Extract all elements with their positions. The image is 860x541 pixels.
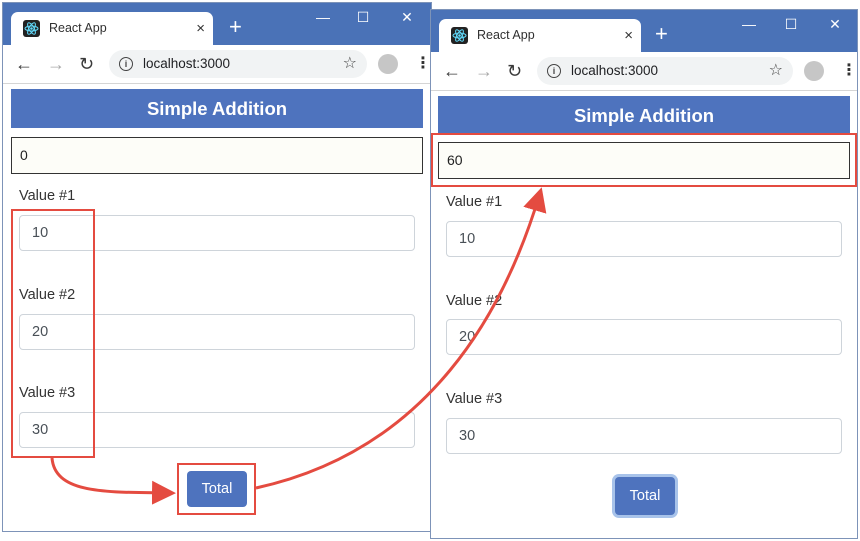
- close-tab-icon[interactable]: ×: [624, 19, 633, 52]
- value-1-label: Value #1: [446, 194, 503, 210]
- minimize-icon[interactable]: —: [726, 14, 772, 34]
- window-close-icon[interactable]: ✕: [384, 7, 430, 27]
- close-tab-icon[interactable]: ×: [196, 12, 205, 45]
- total-button[interactable]: Total: [615, 477, 675, 515]
- bookmark-star-icon[interactable]: ☆: [769, 57, 783, 85]
- value-3-input[interactable]: 30: [446, 418, 842, 454]
- url-text: localhost:3000: [571, 63, 659, 78]
- back-icon[interactable]: ←: [15, 53, 33, 75]
- inputs-highlight-box: [11, 209, 95, 458]
- value-1-label: Value #1: [19, 188, 76, 204]
- maximize-icon[interactable]: ☐: [340, 7, 386, 27]
- page-title: Simple Addition: [11, 89, 423, 128]
- info-icon[interactable]: i: [547, 64, 561, 78]
- browser-toolbar: ← → ↻ i localhost:3000 ☆ ⋮: [3, 45, 431, 84]
- react-logo-icon: [23, 20, 40, 37]
- menu-icon[interactable]: ⋮: [841, 60, 857, 82]
- value-2-input[interactable]: 20: [446, 319, 842, 355]
- reload-icon[interactable]: ↻: [79, 53, 94, 75]
- address-bar[interactable]: i localhost:3000 ☆: [109, 50, 367, 78]
- browser-tab[interactable]: React App ×: [11, 12, 213, 45]
- maximize-icon[interactable]: ☐: [768, 14, 814, 34]
- result-field: 0: [11, 137, 423, 174]
- new-tab-icon[interactable]: +: [229, 15, 242, 39]
- window-close-icon[interactable]: ✕: [812, 14, 857, 34]
- browser-toolbar: ← → ↻ i localhost:3000 ☆ ⋮: [431, 52, 857, 91]
- browser-tab[interactable]: React App ×: [439, 19, 641, 52]
- bookmark-star-icon[interactable]: ☆: [343, 50, 357, 78]
- new-tab-icon[interactable]: +: [655, 22, 668, 46]
- tab-bar: React App × + — ☐ ✕: [431, 10, 857, 52]
- address-bar[interactable]: i localhost:3000 ☆: [537, 57, 793, 85]
- value-1-input[interactable]: 10: [446, 221, 842, 257]
- forward-icon[interactable]: →: [47, 53, 65, 75]
- value-3-label: Value #3: [446, 391, 503, 407]
- back-icon[interactable]: ←: [443, 60, 461, 82]
- reload-icon[interactable]: ↻: [507, 60, 522, 82]
- page-title: Simple Addition: [438, 96, 850, 135]
- profile-avatar-icon[interactable]: [378, 54, 398, 74]
- total-button-highlight-box: [177, 463, 256, 515]
- value-2-label: Value #2: [446, 293, 503, 309]
- info-icon[interactable]: i: [119, 57, 133, 71]
- menu-icon[interactable]: ⋮: [415, 53, 431, 75]
- url-text: localhost:3000: [143, 56, 231, 71]
- tab-bar: React App × + — ☐ ✕: [3, 3, 431, 45]
- tab-title: React App: [49, 21, 107, 35]
- react-logo-icon: [451, 27, 468, 44]
- tab-title: React App: [477, 28, 535, 42]
- result-highlight-box: [431, 133, 857, 187]
- right-browser-window: React App × + — ☐ ✕ ← → ↻ i localhost:30…: [430, 9, 858, 539]
- profile-avatar-icon[interactable]: [804, 61, 824, 81]
- forward-icon[interactable]: →: [475, 60, 493, 82]
